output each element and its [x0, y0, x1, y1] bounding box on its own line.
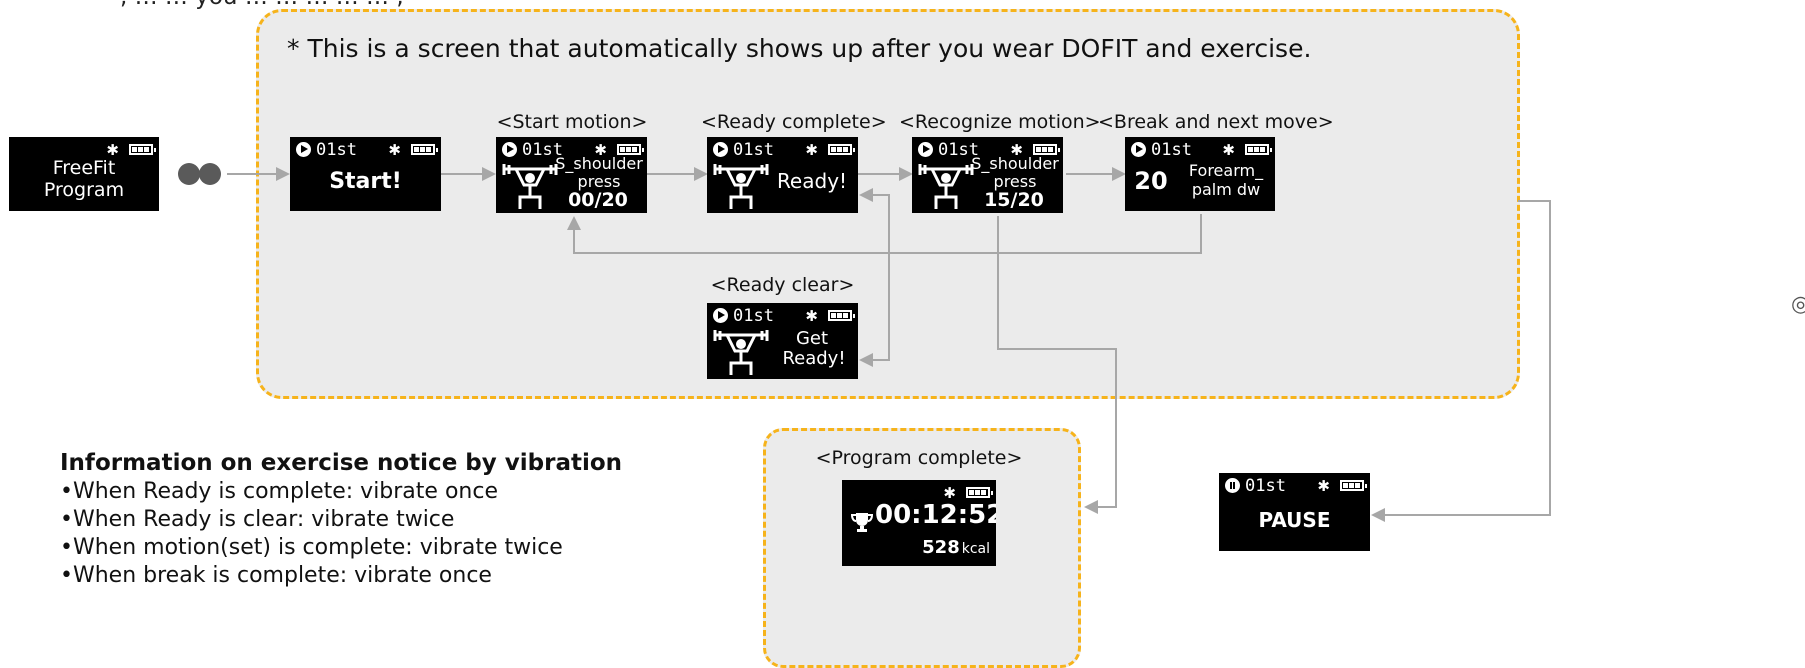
bluetooth-icon: ✱	[805, 141, 818, 159]
round-label: 01st	[1245, 476, 1286, 496]
freefit-program-screen[interactable]: ✱ FreeFit Program	[9, 137, 159, 211]
rep-count: 00/20	[568, 189, 628, 211]
recognize-motion-label: <Recognize motion>	[899, 111, 1101, 133]
total-time: 00:12:52	[875, 500, 996, 530]
battery-icon	[411, 144, 438, 155]
play-icon	[713, 308, 728, 323]
play-icon	[502, 142, 517, 157]
arrow-right-icon	[1112, 167, 1126, 181]
round-label: 01st	[733, 140, 774, 160]
arrow-right-icon	[694, 167, 708, 181]
program-complete-label: <Program complete>	[815, 447, 1023, 469]
arrow-right-icon	[899, 167, 913, 181]
entry-line-2: Program	[43, 179, 125, 201]
calories-unit: kcal	[961, 541, 990, 557]
arrow-up-icon	[567, 216, 581, 230]
start-text: Start!	[329, 169, 402, 194]
next-exercise-line-1: Forearm_	[1188, 161, 1264, 180]
round-label: 01st	[316, 140, 357, 160]
play-icon	[296, 142, 311, 157]
vibration-info-title: Information on exercise notice by vibrat…	[60, 450, 623, 476]
round-label: 01st	[733, 306, 774, 326]
connector-dot-icon	[178, 163, 200, 185]
loop-symbol-icon: ◎	[1791, 292, 1805, 317]
ready-clear-label: <Ready clear>	[710, 274, 855, 296]
ready-complete-label: <Ready complete>	[701, 111, 887, 133]
next-exercise-line-2: palm dw	[1191, 180, 1261, 199]
bluetooth-icon: ✱	[1222, 141, 1235, 159]
trophy-icon	[850, 513, 874, 532]
arrow-left-icon	[859, 188, 873, 202]
connector-dot-icon	[199, 163, 221, 185]
program-complete-screen: ✱ 00:12:52 528 kcal	[842, 480, 996, 566]
arrow-right-icon	[276, 167, 290, 181]
calories: 528 kcal	[922, 537, 990, 558]
battery-icon	[1245, 144, 1272, 155]
battery-icon	[1340, 480, 1367, 491]
rep-count: 15/20	[984, 189, 1044, 211]
battery-icon	[828, 144, 855, 155]
battery-icon	[966, 487, 993, 498]
play-icon	[713, 142, 728, 157]
break-next-label: <Break and next move>	[1098, 111, 1334, 133]
calories-value: 528	[922, 537, 960, 558]
lifter-icon	[502, 164, 558, 209]
get-ready-line-1: Get	[795, 328, 829, 349]
battery-icon	[828, 310, 855, 321]
start-motion-label: <Start motion>	[496, 111, 648, 133]
pause-icon	[1225, 478, 1240, 493]
arrow-right-icon	[482, 167, 496, 181]
round-label: 01st	[1151, 140, 1192, 160]
lifter-icon	[713, 330, 769, 375]
bluetooth-icon: ✱	[1317, 477, 1330, 495]
lifter-icon	[713, 164, 769, 209]
arrow-left-icon	[1371, 508, 1385, 522]
bluetooth-icon: ✱	[388, 141, 401, 159]
play-icon	[1131, 142, 1146, 157]
start-screen: 01st ✱ Start!	[290, 137, 441, 211]
lifter-icon	[918, 164, 974, 209]
recognize-motion-screen: 01st ✱ S_shoulder press 15/20	[912, 137, 1063, 213]
vibration-item: •When break is complete: vibrate once	[60, 563, 492, 588]
vibration-item: •When Ready is clear: vibrate twice	[60, 507, 455, 532]
pause-screen[interactable]: 01st ✱ PAUSE	[1219, 473, 1370, 551]
entry-line-1: FreeFit	[52, 157, 116, 179]
exercise-name-line-1: S_shoulder	[971, 154, 1059, 173]
battery-icon	[129, 144, 156, 155]
ready-clear-screen: 01st ✱ Get Ready!	[707, 303, 858, 379]
break-next-screen: 01st ✱ 20 Forearm_ palm dw	[1125, 137, 1275, 211]
vibration-item: •When Ready is complete: vibrate once	[60, 479, 498, 504]
start-motion-screen: 01st ✱ S_shoulder press 00/20	[496, 137, 647, 213]
pause-text: PAUSE	[1258, 508, 1331, 532]
arrow-left-icon	[1084, 500, 1098, 514]
get-ready-line-2: Ready!	[782, 348, 846, 369]
break-countdown: 20	[1134, 167, 1168, 195]
ready-complete-screen: 01st ✱ Ready!	[707, 137, 858, 213]
play-icon	[918, 142, 933, 157]
vibration-item: •When motion(set) is complete: vibrate t…	[60, 535, 563, 560]
bluetooth-icon: ✱	[805, 307, 818, 325]
arrow-left-icon	[859, 353, 873, 367]
exercise-name-line-1: S_shoulder	[555, 154, 643, 173]
ready-text: Ready!	[776, 169, 848, 193]
